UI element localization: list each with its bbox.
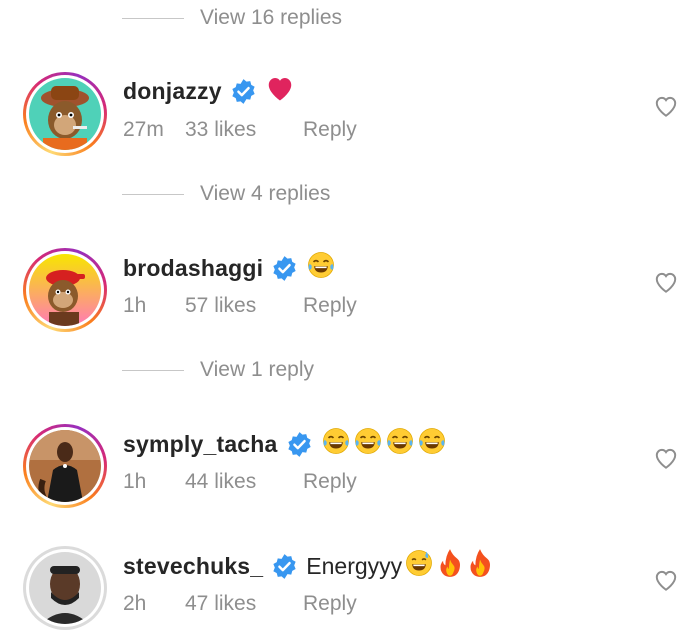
view-replies-label: View 4 replies <box>200 182 331 205</box>
comment-time: 1h <box>123 294 147 317</box>
likes-count[interactable]: 47 likes <box>185 592 303 616</box>
tears-of-joy-icon <box>417 426 447 462</box>
story-ring[interactable] <box>23 72 107 156</box>
thread-divider <box>122 193 184 195</box>
like-heart-icon[interactable] <box>653 568 679 592</box>
view-replies-link[interactable]: View 4 replies <box>122 182 330 206</box>
comment-item: stevechuks_ Energyyy 2h 47 likes Reply <box>0 544 693 634</box>
reply-button[interactable]: Reply <box>303 592 357 616</box>
photo-avatar-icon <box>29 552 101 624</box>
verified-badge-icon <box>286 431 313 458</box>
likes-count[interactable]: 44 likes <box>185 470 303 494</box>
username[interactable]: donjazzy <box>123 78 222 105</box>
thread-divider <box>122 369 184 371</box>
story-ring[interactable] <box>23 248 107 332</box>
photo-avatar-icon <box>29 430 101 502</box>
like-heart-icon[interactable] <box>653 446 679 470</box>
fire-icon <box>466 548 494 584</box>
view-replies-link[interactable]: View 16 replies <box>122 6 342 30</box>
username[interactable]: symply_tacha <box>123 431 278 458</box>
verified-badge-icon <box>230 78 257 105</box>
thread-divider <box>122 17 184 19</box>
story-ring[interactable] <box>23 424 107 508</box>
verified-badge-icon <box>271 255 298 282</box>
comment-item: brodashaggi 1h 57 likes Reply <box>0 246 693 336</box>
likes-count[interactable]: 33 likes <box>185 118 303 142</box>
cartoon-ape-red-cap-avatar-icon <box>29 254 101 326</box>
comment-text <box>321 426 447 462</box>
comment-text <box>265 74 295 108</box>
red-heart-icon <box>265 74 295 108</box>
avatar <box>29 78 101 150</box>
likes-count[interactable]: 57 likes <box>185 294 303 318</box>
tears-of-joy-icon <box>321 426 351 462</box>
comment-time: 1h <box>123 470 147 493</box>
comment-time: 2h <box>123 592 147 615</box>
reply-button[interactable]: Reply <box>303 118 357 142</box>
like-heart-icon[interactable] <box>653 94 679 118</box>
comment-time: 27m <box>123 118 164 141</box>
reply-button[interactable]: Reply <box>303 470 357 494</box>
avatar <box>29 254 101 326</box>
username[interactable]: brodashaggi <box>123 255 263 282</box>
like-heart-icon[interactable] <box>653 270 679 294</box>
tears-of-joy-icon <box>385 426 415 462</box>
reply-button[interactable]: Reply <box>303 294 357 318</box>
view-replies-label: View 16 replies <box>200 6 343 29</box>
grinning-sweat-icon <box>404 548 434 584</box>
comment-text-words: Energyyy <box>306 552 403 579</box>
cartoon-ape-avatar-icon <box>29 78 101 150</box>
comment-text <box>306 250 336 286</box>
avatar <box>29 552 101 624</box>
tears-of-joy-icon <box>306 250 336 286</box>
comment-text: Energyyy <box>306 548 494 584</box>
tears-of-joy-icon <box>353 426 383 462</box>
comment-item: donjazzy 27m 33 likes Reply <box>0 70 693 160</box>
verified-badge-icon <box>271 553 298 580</box>
story-ring[interactable] <box>23 546 107 630</box>
view-replies-label: View 1 reply <box>200 358 315 381</box>
fire-icon <box>436 548 464 584</box>
username[interactable]: stevechuks_ <box>123 553 263 580</box>
comment-item: symply_tacha 1h 44 likes Reply <box>0 422 693 512</box>
avatar <box>29 430 101 502</box>
view-replies-link[interactable]: View 1 reply <box>122 358 314 382</box>
